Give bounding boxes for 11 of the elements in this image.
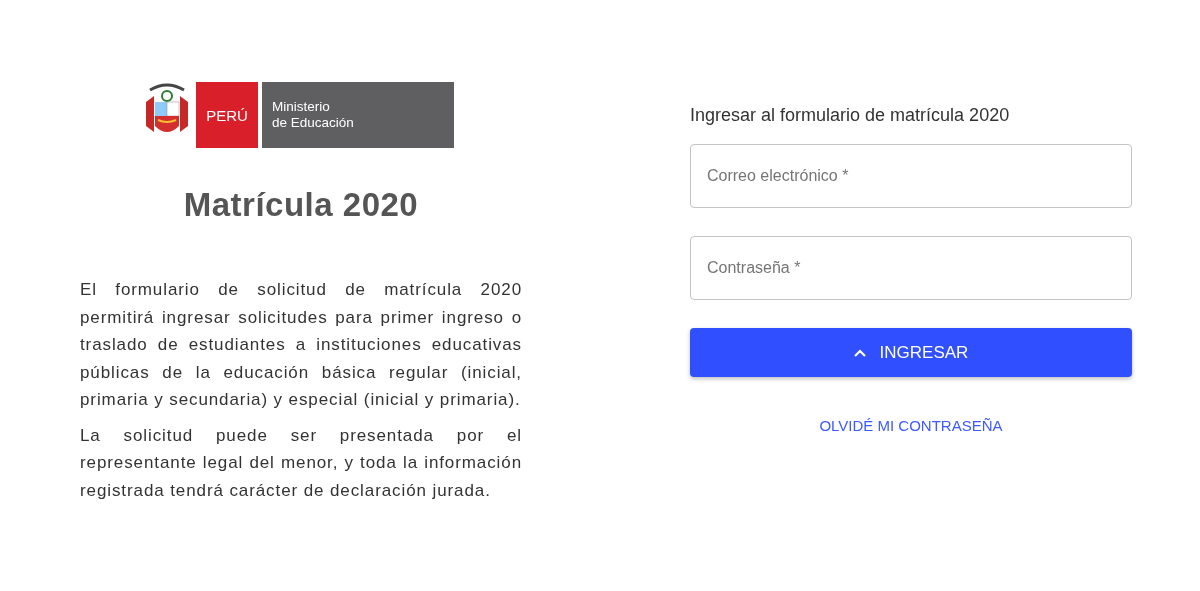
description-paragraph: El formulario de solicitud de matrícula 2020 permitirá ingresar solicitudes para primer ingreso o traslado de estudiantes a instituciones educativas públicas de la educación básica regular (inicial, primaria y secundaria) y especial (inicial y primaria).: [80, 279, 522, 411]
input-field[interactable]: Contraseña *: [690, 236, 1132, 300]
form-heading: Ingresar al formulario de matrícula 2020: [690, 105, 1011, 126]
logo-country-label: PERÚ: [196, 82, 258, 148]
forgot-password-link[interactable]: OLVIDÉ MI CONTRASEÑA: [819, 417, 1003, 434]
login-button[interactable]: INGRESAR: [690, 328, 1132, 377]
logo-ministry-label: Ministerio de Educación: [262, 82, 454, 148]
page-title: Matrícula 2020: [183, 186, 419, 224]
input-field[interactable]: Correo electrónico *: [690, 144, 1132, 208]
description-paragraph: La solicitud puede ser presentada por el representante legal del menor, y toda la información registrada tendrá carácter de declaración jurada.: [80, 424, 522, 502]
chevron-up-icon: [853, 348, 866, 357]
